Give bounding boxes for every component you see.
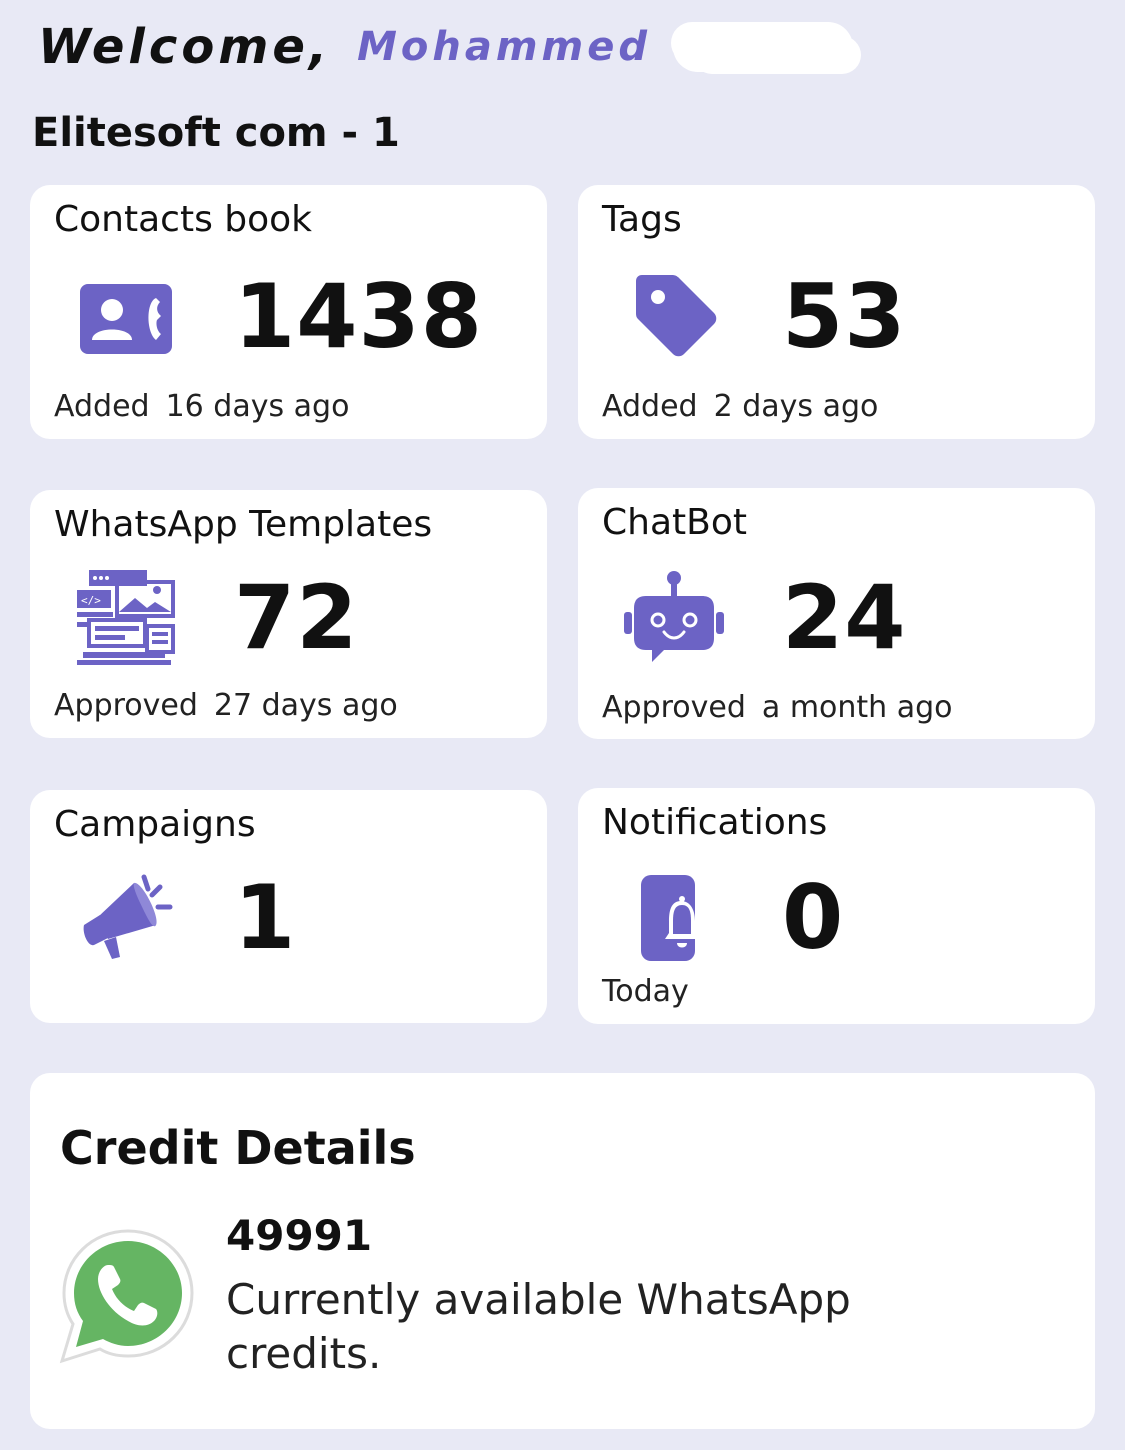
- megaphone-icon: [76, 868, 176, 968]
- footer-label: Approved: [54, 688, 198, 723]
- card-title: ChatBot: [602, 502, 747, 543]
- tags-card[interactable]: Tags 53 Added 2 days ago: [578, 185, 1095, 439]
- tags-count: 53: [782, 265, 907, 368]
- card-title: WhatsApp Templates: [54, 504, 433, 545]
- card-title: Campaigns: [54, 804, 256, 845]
- campaigns-count: 1: [234, 866, 297, 969]
- credit-title: Credit Details: [60, 1121, 416, 1175]
- chatbot-count: 24: [782, 566, 907, 669]
- footer-time: 16 days ago: [165, 389, 350, 424]
- credit-amount: 49991: [226, 1211, 373, 1260]
- footer-label: Added: [602, 389, 698, 424]
- redacted-surname: [673, 22, 853, 72]
- user-name: Mohammed: [357, 24, 651, 70]
- card-footer: Approved a month ago: [602, 690, 953, 725]
- footer-time: 27 days ago: [213, 688, 398, 723]
- footer-time: 2 days ago: [713, 389, 879, 424]
- card-footer: Added 16 days ago: [54, 389, 349, 424]
- svg-text:</>: </>: [81, 594, 101, 607]
- footer-time: a month ago: [761, 690, 953, 725]
- card-footer: Approved 27 days ago: [54, 688, 398, 723]
- notifications-count: 0: [782, 866, 845, 969]
- campaigns-card[interactable]: Campaigns 1: [30, 790, 547, 1023]
- notifications-card[interactable]: Notifications 0 Today: [578, 788, 1095, 1024]
- phone-bell-icon: [624, 868, 724, 968]
- credit-details-card: Credit Details 49991 Currently available…: [30, 1073, 1095, 1429]
- whatsapp-icon: [58, 1227, 198, 1367]
- template-icon: </>: [76, 568, 176, 668]
- footer-label: Added: [54, 389, 150, 424]
- tag-icon: [624, 265, 724, 365]
- credit-description: Currently available WhatsApp credits.: [226, 1275, 851, 1378]
- card-title: Contacts book: [54, 199, 313, 240]
- contact-book-icon: [76, 269, 176, 369]
- card-footer: Added 2 days ago: [602, 389, 878, 424]
- robot-icon: [624, 568, 724, 668]
- contacts-book-card[interactable]: Contacts book 1438 Added 16 days ago: [30, 185, 547, 439]
- card-title: Tags: [602, 199, 682, 240]
- footer-time: Today: [602, 974, 689, 1009]
- footer-label: Approved: [602, 690, 746, 725]
- whatsapp-templates-card[interactable]: WhatsApp Templates </> 72 Approved 27 day…: [30, 490, 547, 738]
- card-footer: Today: [602, 974, 689, 1009]
- templates-count: 72: [234, 566, 359, 669]
- organization-name: Elitesoft com - 1: [32, 110, 400, 156]
- chatbot-card[interactable]: ChatBot 24 Approved a month ago: [578, 488, 1095, 739]
- card-title: Notifications: [602, 802, 828, 843]
- contacts-count: 1438: [234, 265, 483, 368]
- welcome-label: Welcome,: [38, 19, 332, 75]
- welcome-header: Welcome, Mohammed: [38, 12, 853, 82]
